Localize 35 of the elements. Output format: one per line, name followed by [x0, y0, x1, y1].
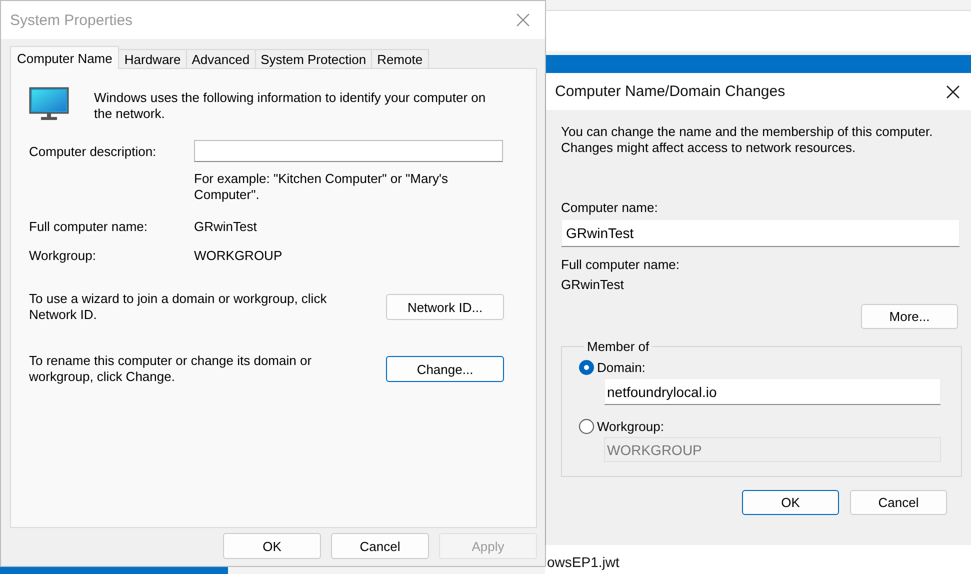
- tab[interactable]: Computer Name: [10, 46, 120, 69]
- field-label: Computer description:: [29, 144, 158, 158]
- window-title: System Properties: [10, 12, 133, 28]
- file-name: owsEP1.jwt: [547, 554, 620, 570]
- field-label: Computer name:: [561, 200, 658, 215]
- intro-text: You can change the name and the membership of this computer. Changes might affect access to network resources.: [561, 124, 934, 156]
- instruction-text: To use a wizard to join a domain or workgroup, click Network ID.: [29, 291, 328, 323]
- monitor-icon: [29, 87, 69, 121]
- more-button[interactable]: More...: [861, 304, 958, 329]
- instruction-text: To rename this computer or change its domain or workgroup, click Change.: [29, 353, 313, 385]
- window-title: Computer Name/Domain Changes: [555, 83, 786, 100]
- field-value: WORKGROUP: [194, 248, 284, 263]
- field-label: Workgroup:: [29, 248, 97, 263]
- radio-button[interactable]: [579, 360, 594, 375]
- input-field[interactable]: [194, 140, 503, 162]
- action-button[interactable]: Network ID...: [386, 294, 504, 320]
- radio-label: Domain:: [597, 360, 646, 375]
- action-button[interactable]: Change...: [386, 356, 504, 382]
- field-value: GRwinTest: [194, 219, 258, 234]
- dialog-button[interactable]: Cancel: [331, 533, 429, 559]
- tab[interactable]: System Protection: [254, 49, 372, 69]
- field-label: Full computer name:: [29, 219, 148, 234]
- intro-text: Windows uses the following information to identify your computer on the network.: [94, 90, 487, 122]
- input-field[interactable]: netfoundrylocal.io: [604, 378, 941, 405]
- field-value: GRwinTest: [561, 277, 624, 292]
- tab[interactable]: Remote: [371, 49, 429, 69]
- radio-label: Workgroup:: [597, 419, 664, 434]
- dialog-button[interactable]: OK: [742, 490, 839, 515]
- dialog-button[interactable]: Cancel: [850, 490, 947, 515]
- field-label: Full computer name:: [561, 257, 680, 272]
- dialog-button[interactable]: OK: [223, 533, 321, 559]
- hint-text: For example: "Kitchen Computer" or "Mary's Computer".: [194, 171, 450, 203]
- input-field[interactable]: GRwinTest: [561, 219, 960, 247]
- group-label: Member of: [586, 339, 650, 354]
- radio-button[interactable]: [579, 419, 594, 434]
